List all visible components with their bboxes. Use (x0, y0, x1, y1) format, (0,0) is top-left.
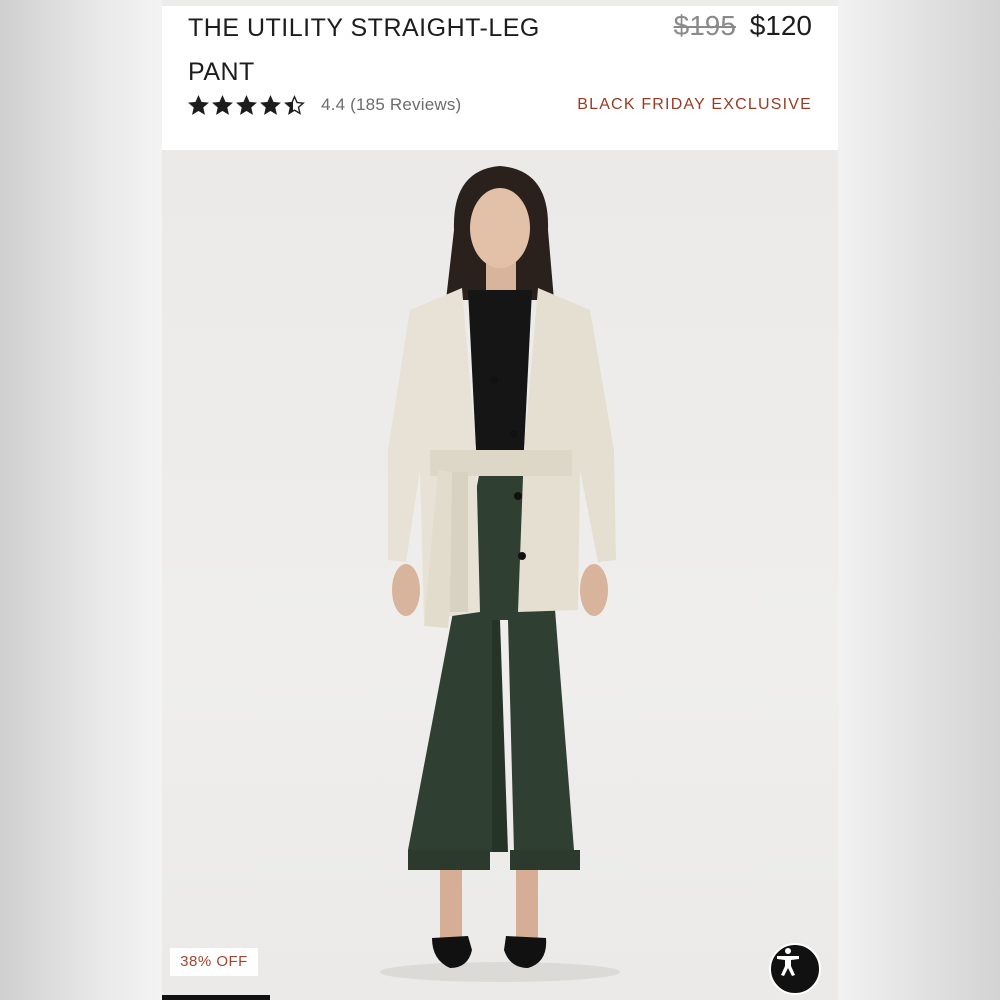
rating-stars (188, 94, 305, 116)
product-title: THE UTILITY STRAIGHT-LEG PANT (188, 14, 540, 86)
reviews-link[interactable]: 4.4 (185 Reviews) (321, 95, 461, 115)
product-image[interactable]: 38% OFF (162, 150, 838, 1000)
price-block: $195 $120 (674, 8, 812, 44)
product-header: THE UTILITY STRAIGHT-LEG PANT $195 $120 … (162, 6, 838, 150)
original-price: $195 (673, 10, 736, 41)
star-icon (236, 94, 257, 115)
star-icon (284, 94, 305, 115)
discount-badge: 38% OFF (170, 948, 258, 976)
rating-summary[interactable]: 4.4 (185 Reviews) (188, 90, 461, 120)
model-figure (380, 166, 620, 982)
star-icon (260, 94, 281, 115)
accessibility-button[interactable] (769, 943, 821, 995)
gallery-progress-fill (162, 995, 271, 1000)
gallery-progress (162, 995, 838, 1000)
promo-label: BLACK FRIDAY EXCLUSIVE (577, 96, 812, 113)
accessibility-icon (777, 948, 799, 976)
product-panel: THE UTILITY STRAIGHT-LEG PANT $195 $120 … (162, 0, 838, 1000)
star-icon (212, 94, 233, 115)
sale-price: $120 (749, 10, 812, 41)
star-icon (188, 94, 209, 115)
